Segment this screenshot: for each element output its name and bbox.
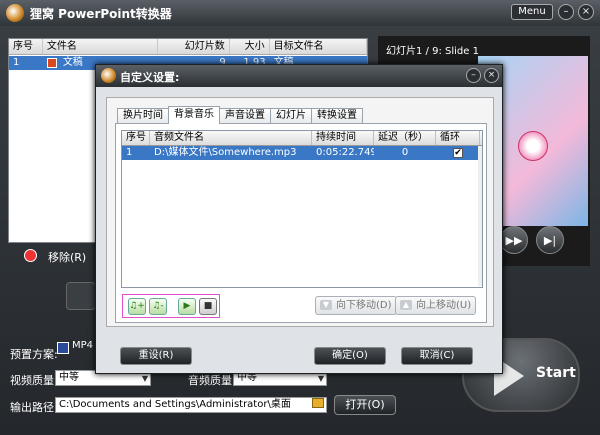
ppt-file-icon — [46, 58, 57, 68]
open-button[interactable]: 打开(O) — [334, 395, 396, 415]
chevron-down-icon: ▼ — [317, 374, 324, 383]
play-icon[interactable]: ▶ — [178, 298, 196, 315]
tab-convert-settings[interactable]: 转换设置 — [311, 108, 363, 124]
table-row[interactable]: 1 D:\媒体文件\Somewhere.mp3 0:05:22.749 0 ✔ — [122, 146, 482, 160]
reset-button[interactable]: 重设(R) — [120, 347, 192, 365]
music-row-delay[interactable]: 0 — [374, 146, 436, 160]
preset-label: 预置方案: — [10, 348, 58, 361]
col-audio-file-header[interactable]: 音频文件名 — [150, 131, 312, 145]
col-slides-header[interactable]: 幻灯片数 — [158, 39, 230, 54]
loop-checkbox[interactable]: ✔ — [453, 148, 463, 158]
file-list-header: 序号 文件名 幻灯片数 大小 目标文件名 — [9, 39, 368, 55]
tab-sound-settings[interactable]: 声音设置 — [219, 108, 271, 124]
col-delay-header[interactable]: 延迟（秒） — [374, 131, 436, 145]
folder-icon[interactable] — [312, 398, 324, 408]
move-down-button[interactable]: ▼ 向下移动(D) — [315, 296, 397, 315]
col-filename-header[interactable]: 文件名 — [43, 39, 159, 54]
scrollbar[interactable] — [478, 146, 482, 286]
minimize-button[interactable]: – — [558, 4, 574, 20]
tab-slides[interactable]: 幻灯片 — [270, 108, 312, 124]
col-duration-header[interactable]: 持续时间 — [312, 131, 374, 145]
app-logo-icon — [6, 4, 24, 22]
tab-bar: 换片时间 背景音乐 声音设置 幻灯片 转换设置 — [117, 106, 363, 124]
add-music-icon[interactable]: ♫+ — [128, 298, 146, 315]
remove-icon[interactable] — [24, 249, 37, 262]
cancel-button[interactable]: 取消(C) — [401, 347, 473, 365]
move-up-button[interactable]: ▲ 向上移动(U) — [395, 296, 477, 315]
video-quality-value: 中等 — [59, 372, 79, 383]
remove-music-icon[interactable]: ♫- — [149, 298, 167, 315]
tab-transition-time[interactable]: 换片时间 — [117, 108, 169, 124]
audio-quality-label: 音频质量: — [188, 374, 236, 387]
arrow-down-icon: ▼ — [320, 300, 332, 310]
output-path-label: 输出路径: — [10, 401, 58, 414]
menu-button[interactable]: Menu — [511, 4, 553, 20]
last-slide-button[interactable]: ▶| — [536, 226, 564, 254]
col-loop-header[interactable]: 循环 — [436, 131, 480, 145]
ok-button[interactable]: 确定(O) — [314, 347, 386, 365]
music-row-loop: ✔ — [436, 146, 480, 160]
next-slide-button[interactable]: ▶▶ — [500, 226, 528, 254]
video-quality-label: 视频质量: — [10, 374, 58, 387]
arrow-up-icon: ▲ — [400, 300, 412, 310]
move-up-label: 向上移动(U) — [416, 300, 472, 311]
title-bar: 狸窝 PowerPoint转换器 Menu – × — [0, 0, 600, 26]
music-row-file: D:\媒体文件\Somewhere.mp3 — [154, 147, 297, 158]
start-label: Start — [536, 365, 576, 381]
move-down-label: 向下移动(D) — [336, 300, 392, 311]
music-table[interactable]: 序号 音频文件名 持续时间 延迟（秒） 循环 1 D:\媒体文件\Somewhe… — [121, 130, 483, 288]
custom-settings-dialog: 自定义设置: – × 换片时间 背景音乐 声音设置 幻灯片 转换设置 序号 音频… — [95, 64, 503, 374]
app-title: 狸窝 PowerPoint转换器 — [30, 7, 172, 21]
col-index-header[interactable]: 序号 — [9, 39, 43, 54]
row-filename-text: 文稿 — [62, 57, 83, 68]
dialog-title-bar: 自定义设置: – × — [96, 65, 502, 87]
menu-label: Menu — [518, 6, 546, 17]
close-button[interactable]: × — [578, 4, 594, 20]
chevron-down-icon: ▼ — [141, 374, 148, 383]
dialog-title: 自定义设置: — [120, 71, 180, 84]
music-row-duration: 0:05:22.749 — [316, 147, 374, 158]
music-row-index: 1 — [126, 147, 133, 158]
dialog-close-button[interactable]: × — [484, 68, 499, 83]
dialog-minimize-button[interactable]: – — [466, 68, 481, 83]
output-path-input[interactable]: C:\Documents and Settings\Administrator\… — [55, 397, 327, 413]
convert-icon[interactable] — [66, 282, 96, 310]
col-size-header[interactable]: 大小 — [230, 39, 270, 54]
col-index-header[interactable]: 序号 — [122, 131, 150, 145]
dialog-body: 换片时间 背景音乐 声音设置 幻灯片 转换设置 序号 音频文件名 持续时间 延迟… — [106, 97, 494, 327]
row-index: 1 — [13, 57, 20, 68]
mascot-icon — [518, 131, 548, 161]
remove-button[interactable]: 移除(R) — [48, 249, 86, 265]
background-music-panel: 序号 音频文件名 持续时间 延迟（秒） 循环 1 D:\媒体文件\Somewhe… — [115, 123, 487, 323]
music-table-header: 序号 音频文件名 持续时间 延迟（秒） 循环 — [122, 131, 482, 146]
tab-background-music[interactable]: 背景音乐 — [168, 106, 220, 124]
music-toolbar: ♫+ ♫- ▶ ■ — [122, 294, 220, 318]
dialog-logo-icon — [101, 68, 116, 83]
stop-icon[interactable]: ■ — [199, 298, 217, 315]
preview-label: 幻灯片1 / 9: Slide 1 — [386, 46, 479, 57]
col-target-header[interactable]: 目标文件名 — [270, 39, 368, 54]
